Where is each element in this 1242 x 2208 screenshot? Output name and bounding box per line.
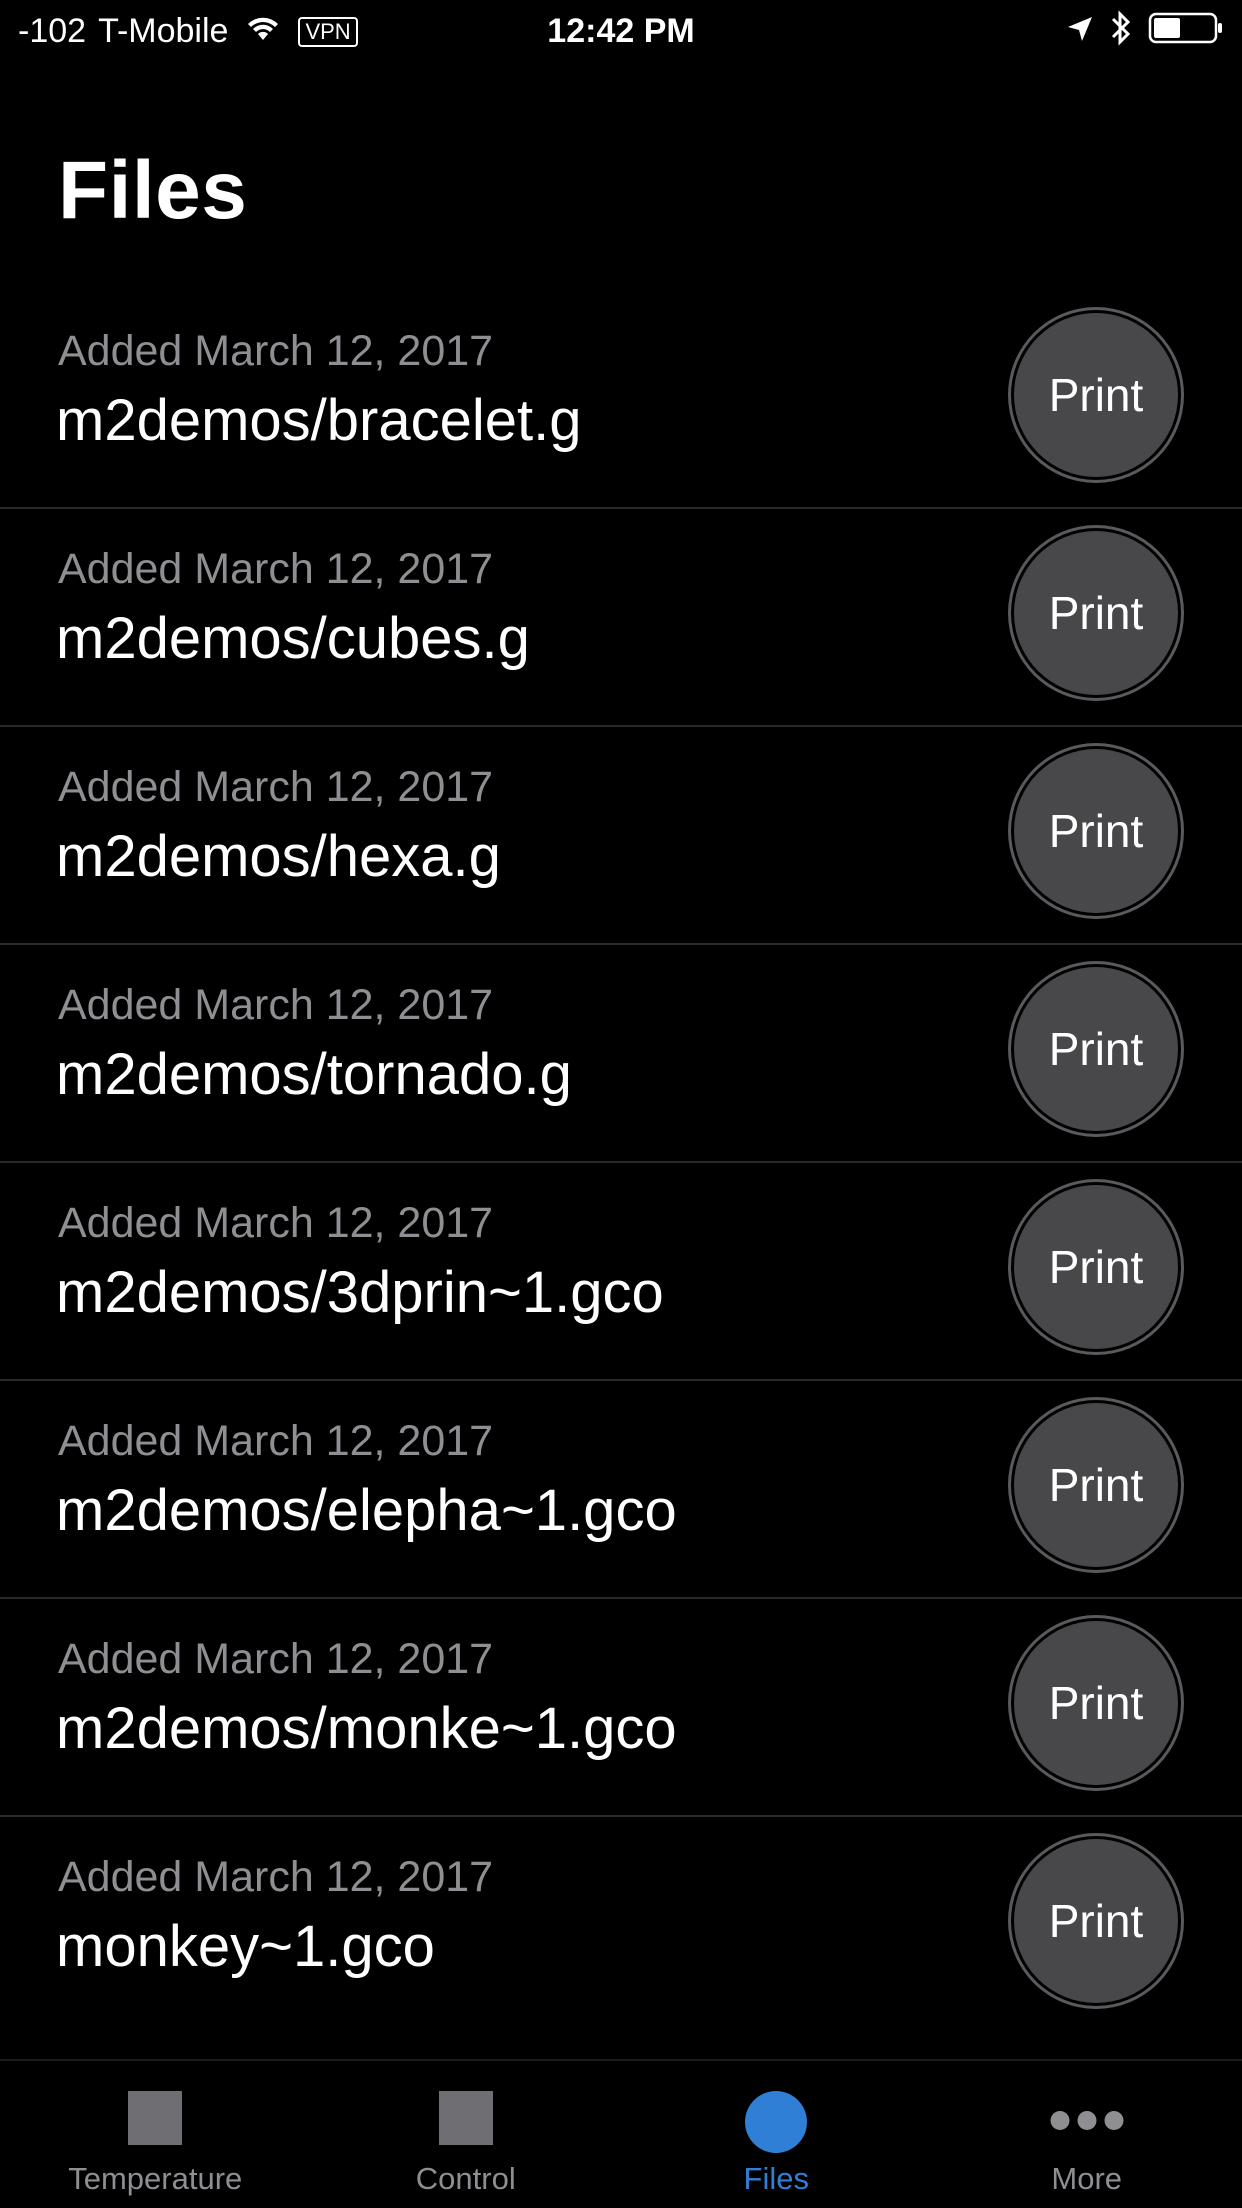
file-date: Added March 12, 2017 (58, 327, 494, 375)
more-dots-icon (1050, 2111, 1124, 2130)
tab-more[interactable]: More (932, 2061, 1242, 2208)
location-arrow-icon (1066, 13, 1094, 52)
file-date: Added March 12, 2017 (58, 1417, 494, 1465)
tab-control[interactable]: Control (311, 2061, 622, 2208)
file-name: m2demos/elepha~1.gco (56, 1478, 677, 1543)
tab-label: Control (415, 2161, 516, 2196)
file-date: Added March 12, 2017 (58, 545, 494, 593)
tab-label: More (1051, 2161, 1123, 2196)
tab-files[interactable]: Files (621, 2061, 932, 2208)
status-bar: -102 T-Mobile VPN 12:42 PM (0, 0, 1242, 62)
tab-label: Temperature (68, 2161, 243, 2196)
list-item[interactable]: Added March 12, 2017 m2demos/hexa.g Prin… (0, 727, 1242, 945)
print-button[interactable]: Print (1014, 749, 1178, 913)
print-button[interactable]: Print (1014, 1621, 1178, 1785)
file-date: Added March 12, 2017 (58, 1199, 494, 1247)
list-item[interactable]: Added March 12, 2017 monkey~1.gco Print (0, 1817, 1242, 2035)
print-button[interactable]: Print (1014, 531, 1178, 695)
battery-icon (1148, 11, 1224, 54)
files-circle-icon (745, 2091, 808, 2153)
list-item[interactable]: Added March 12, 2017 m2demos/monke~1.gco… (0, 1599, 1242, 1817)
page-title: Files (58, 145, 248, 236)
print-button[interactable]: Print (1014, 1185, 1178, 1349)
status-time: 12:42 PM (547, 12, 695, 50)
print-button[interactable]: Print (1014, 1403, 1178, 1567)
list-item[interactable]: Added March 12, 2017 m2demos/tornado.g P… (0, 945, 1242, 1163)
list-item[interactable]: Added March 12, 2017 m2demos/bracelet.g … (0, 291, 1242, 509)
tab-bar: Temperature Control Files More (0, 2059, 1242, 2208)
status-right (1066, 10, 1224, 55)
file-date: Added March 12, 2017 (58, 763, 494, 811)
file-name: m2demos/monke~1.gco (56, 1696, 677, 1761)
print-button[interactable]: Print (1014, 1839, 1178, 2003)
print-button[interactable]: Print (1014, 967, 1178, 1131)
list-item[interactable]: Added March 12, 2017 m2demos/3dprin~1.gc… (0, 1163, 1242, 1381)
file-date: Added March 12, 2017 (58, 1635, 494, 1683)
print-button[interactable]: Print (1014, 313, 1178, 477)
file-date: Added March 12, 2017 (58, 981, 494, 1029)
tab-label: Files (743, 2161, 809, 2196)
file-list: Added March 12, 2017 m2demos/bracelet.g … (0, 291, 1242, 2035)
file-date: Added March 12, 2017 (58, 1853, 494, 1901)
file-name: m2demos/cubes.g (56, 606, 530, 671)
tab-temperature[interactable]: Temperature (0, 2061, 311, 2208)
file-name: m2demos/hexa.g (56, 824, 501, 889)
control-square-icon (438, 2091, 493, 2145)
file-name: m2demos/bracelet.g (56, 388, 582, 453)
list-item[interactable]: Added March 12, 2017 m2demos/elepha~1.gc… (0, 1381, 1242, 1599)
file-name: monkey~1.gco (56, 1914, 435, 1979)
file-name: m2demos/tornado.g (56, 1042, 572, 1107)
bluetooth-icon (1110, 10, 1132, 55)
list-item[interactable]: Added March 12, 2017 m2demos/cubes.g Pri… (0, 509, 1242, 727)
temperature-square-icon (128, 2091, 183, 2145)
file-name: m2demos/3dprin~1.gco (56, 1260, 664, 1325)
